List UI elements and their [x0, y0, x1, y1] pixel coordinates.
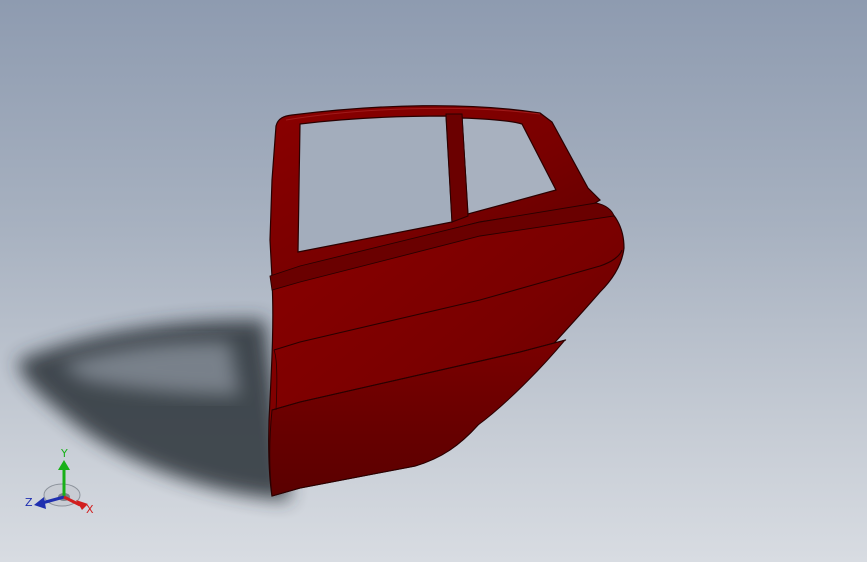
- y-axis-arrow-icon: [58, 460, 70, 470]
- z-axis-arrow-icon: [34, 497, 46, 509]
- z-axis-label: Z: [25, 496, 33, 509]
- model-scene[interactable]: Y Z X: [0, 0, 867, 562]
- coordinate-triad[interactable]: Y Z X: [25, 447, 94, 516]
- x-axis-label: X: [86, 503, 94, 516]
- graphics-viewport[interactable]: Y Z X: [0, 0, 867, 562]
- car-door-model[interactable]: [268, 105, 625, 497]
- y-axis-label: Y: [60, 447, 68, 460]
- door-shadow: [18, 319, 290, 500]
